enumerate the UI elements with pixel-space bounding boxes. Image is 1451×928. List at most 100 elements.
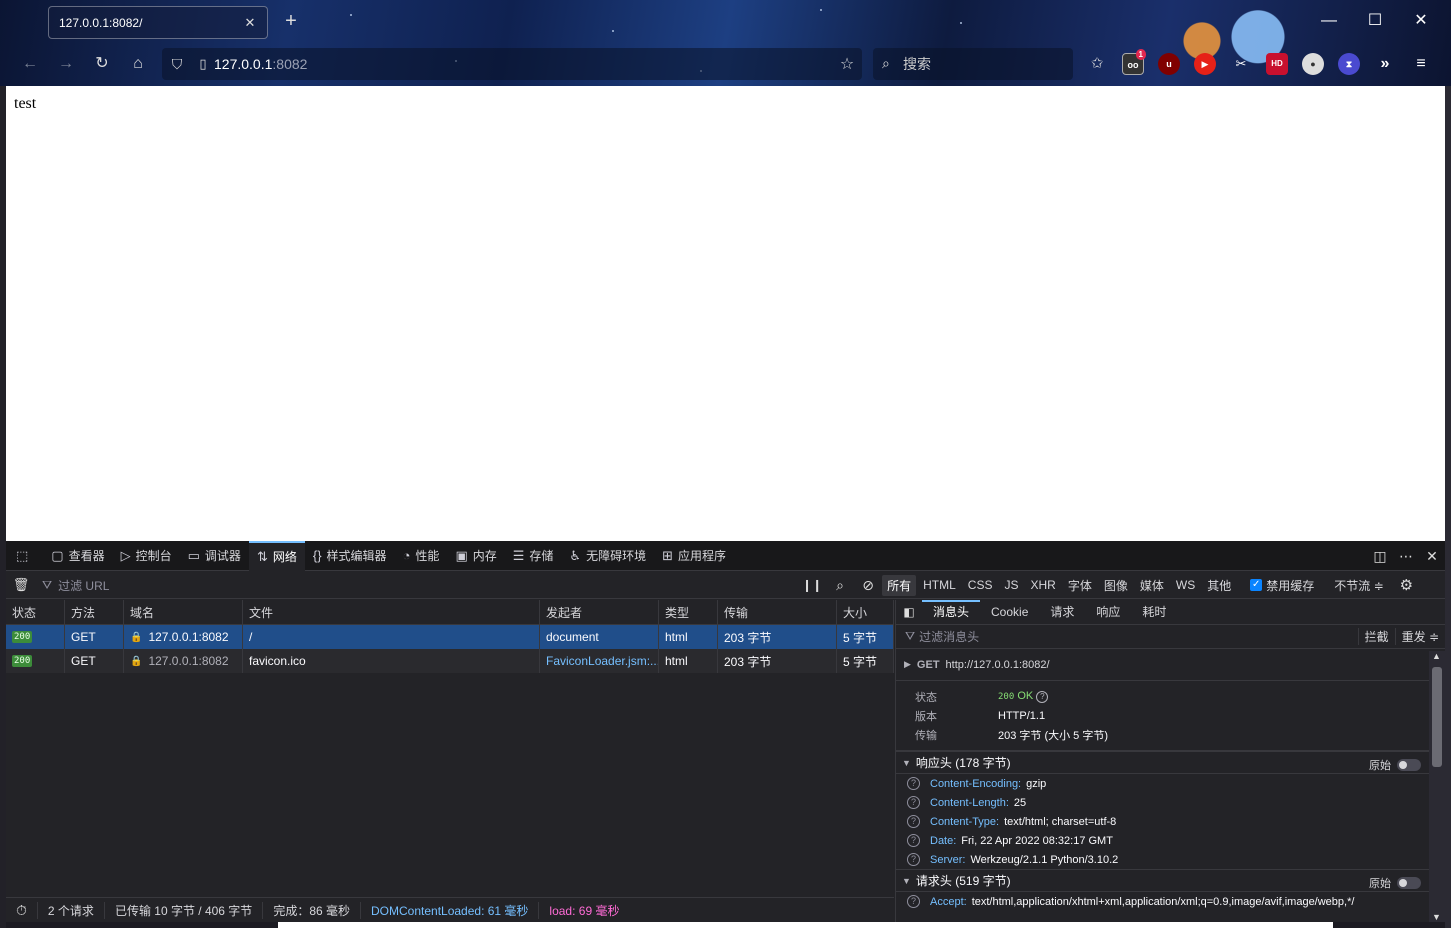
filter-type-css[interactable]: CSS: [963, 576, 998, 594]
help-icon[interactable]: ?: [907, 815, 920, 828]
tab-memory[interactable]: ▣ 内存: [447, 541, 504, 571]
help-icon[interactable]: ?: [907, 777, 920, 790]
column-size[interactable]: 大小: [837, 600, 894, 624]
page-icon[interactable]: ▯: [192, 56, 214, 72]
column-type[interactable]: 类型: [659, 600, 718, 624]
element-picker-button[interactable]: ⬚: [6, 541, 43, 571]
raw-toggle[interactable]: 原始: [1369, 875, 1421, 891]
column-status[interactable]: 状态: [6, 600, 65, 624]
filter-url-input[interactable]: 过滤 URL: [58, 577, 798, 594]
tab-cookies[interactable]: Cookie: [980, 600, 1039, 625]
hourglass-extension-icon[interactable]: ⧗: [1338, 53, 1360, 75]
table-row[interactable]: 200 GET 🔒 127.0.0.1:8082 / document html …: [6, 625, 894, 649]
lock-icon: 🔒: [130, 655, 143, 667]
filter-headers-input[interactable]: 过滤消息头: [919, 628, 1358, 645]
method-cell: GET: [65, 625, 124, 649]
settings-gear-icon[interactable]: ⚙: [1400, 576, 1413, 594]
filter-type-other[interactable]: 其他: [1202, 575, 1236, 596]
browser-tab[interactable]: 127.0.0.1:8082/ ✕: [48, 6, 268, 39]
throttle-select[interactable]: 不节流 ≑: [1334, 577, 1383, 594]
help-icon[interactable]: ?: [907, 834, 920, 847]
close-devtools-icon[interactable]: ✕: [1419, 548, 1445, 565]
initiator-link[interactable]: FaviconLoader.jsm:...: [540, 649, 659, 673]
tab-response[interactable]: 响应: [1085, 600, 1131, 625]
tab-console[interactable]: ▷ 控制台: [113, 541, 180, 571]
filter-type-html[interactable]: HTML: [918, 576, 961, 594]
filter-type-images[interactable]: 图像: [1099, 575, 1133, 596]
response-headers-section[interactable]: ▼ 响应头 (178 字节) 原始: [896, 751, 1445, 774]
request-line[interactable]: ▶ GET http://127.0.0.1:8082/: [896, 649, 1445, 681]
scroll-down-icon[interactable]: ▼: [1432, 912, 1441, 922]
bookmark-star-icon[interactable]: ☆: [832, 54, 862, 74]
filter-type-xhr[interactable]: XHR: [1025, 576, 1060, 594]
table-row[interactable]: 200 GET 🔒 127.0.0.1:8082 favicon.ico Favi…: [6, 649, 894, 673]
overflow-menu-icon[interactable]: »: [1374, 53, 1396, 75]
filter-type-media[interactable]: 媒体: [1135, 575, 1169, 596]
maximize-button[interactable]: ☐: [1364, 10, 1386, 32]
dock-icon[interactable]: ◫: [1367, 548, 1393, 565]
disable-cache-checkbox[interactable]: ✓: [1250, 579, 1263, 591]
memory-chip-icon: ▣: [455, 547, 468, 563]
column-transferred[interactable]: 传输: [718, 600, 837, 624]
help-icon[interactable]: ?: [1036, 691, 1049, 703]
toggle-switch[interactable]: [1397, 877, 1421, 889]
extension-icon[interactable]: ✂: [1230, 53, 1252, 75]
help-icon[interactable]: ?: [907, 895, 920, 908]
tab-application[interactable]: ⊞ 应用程序: [654, 541, 734, 571]
raw-label: 原始: [1369, 878, 1391, 890]
tab-accessibility[interactable]: ♿ 无障碍环境: [561, 541, 654, 571]
close-window-button[interactable]: ✕: [1410, 10, 1432, 32]
avatar-extension-icon[interactable]: ●: [1302, 53, 1324, 75]
toggle-switch[interactable]: [1397, 759, 1421, 771]
forward-button[interactable]: →: [55, 53, 77, 75]
raw-toggle[interactable]: 原始: [1369, 757, 1421, 773]
tab-headers[interactable]: 消息头: [922, 599, 981, 625]
shield-icon[interactable]: ⛉: [162, 56, 192, 73]
tab-timings[interactable]: 耗时: [1131, 600, 1177, 625]
resend-button[interactable]: 重发 ≑: [1394, 628, 1445, 645]
filter-type-all[interactable]: 所有: [882, 574, 917, 596]
tab-style-editor[interactable]: {} 样式编辑器: [305, 541, 395, 571]
pocket-icon[interactable]: ✩: [1086, 53, 1108, 75]
new-tab-button[interactable]: +: [281, 11, 301, 31]
home-button[interactable]: ⌂: [127, 53, 149, 75]
reload-button[interactable]: ↻: [91, 53, 113, 75]
column-initiator[interactable]: 发起者: [540, 600, 659, 624]
search-icon[interactable]: ⌕: [826, 577, 854, 594]
column-file[interactable]: 文件: [243, 600, 540, 624]
hd-extension-icon[interactable]: HD: [1266, 53, 1288, 75]
request-headers-section[interactable]: ▼ 请求头 (519 字节) 原始: [896, 869, 1445, 892]
filter-type-ws[interactable]: WS: [1171, 576, 1200, 594]
pause-icon[interactable]: ❙❙: [798, 578, 826, 592]
back-button[interactable]: ←: [19, 53, 41, 75]
scroll-up-icon[interactable]: ▲: [1432, 651, 1441, 661]
toggle-sidebar-icon[interactable]: ◧: [896, 605, 922, 619]
filter-type-fonts[interactable]: 字体: [1063, 575, 1097, 596]
tab-performance[interactable]: ◔ 性能: [395, 541, 448, 571]
filter-type-js[interactable]: JS: [999, 576, 1023, 594]
close-icon[interactable]: ✕: [243, 15, 257, 30]
more-options-icon[interactable]: ⋯: [1393, 548, 1419, 565]
tab-network[interactable]: ⇅ 网络: [248, 540, 305, 571]
tab-inspector[interactable]: ▢ 查看器: [43, 541, 112, 571]
youtube-icon[interactable]: ▶: [1194, 53, 1216, 75]
scrollbar-thumb[interactable]: [1432, 667, 1442, 767]
hamburger-menu-icon[interactable]: ≡: [1410, 53, 1432, 75]
tab-debugger[interactable]: ▭ 调试器: [180, 541, 249, 571]
trash-icon[interactable]: 🗑: [6, 577, 36, 593]
column-domain[interactable]: 域名: [124, 600, 243, 624]
details-scrollbar[interactable]: ▲ ▼: [1429, 651, 1445, 922]
search-bar[interactable]: ⌕ 搜索: [873, 48, 1073, 80]
block-icon[interactable]: ⊘: [854, 577, 882, 594]
performance-analysis-icon[interactable]: ⏱: [6, 901, 38, 919]
help-icon[interactable]: ?: [907, 796, 920, 809]
url-bar[interactable]: ⛉ ▯ 127.0.0.1:8082 ☆: [162, 48, 862, 80]
column-method[interactable]: 方法: [65, 600, 124, 624]
ublock-origin-icon[interactable]: u: [1158, 53, 1180, 75]
help-icon[interactable]: ?: [907, 853, 920, 866]
minimize-button[interactable]: —: [1318, 10, 1340, 32]
block-button[interactable]: 拦截: [1357, 628, 1395, 645]
tab-storage[interactable]: ☰ 存储: [505, 541, 562, 571]
tab-request[interactable]: 请求: [1039, 600, 1085, 625]
extension-counter-icon[interactable]: 1 oo: [1122, 49, 1146, 75]
